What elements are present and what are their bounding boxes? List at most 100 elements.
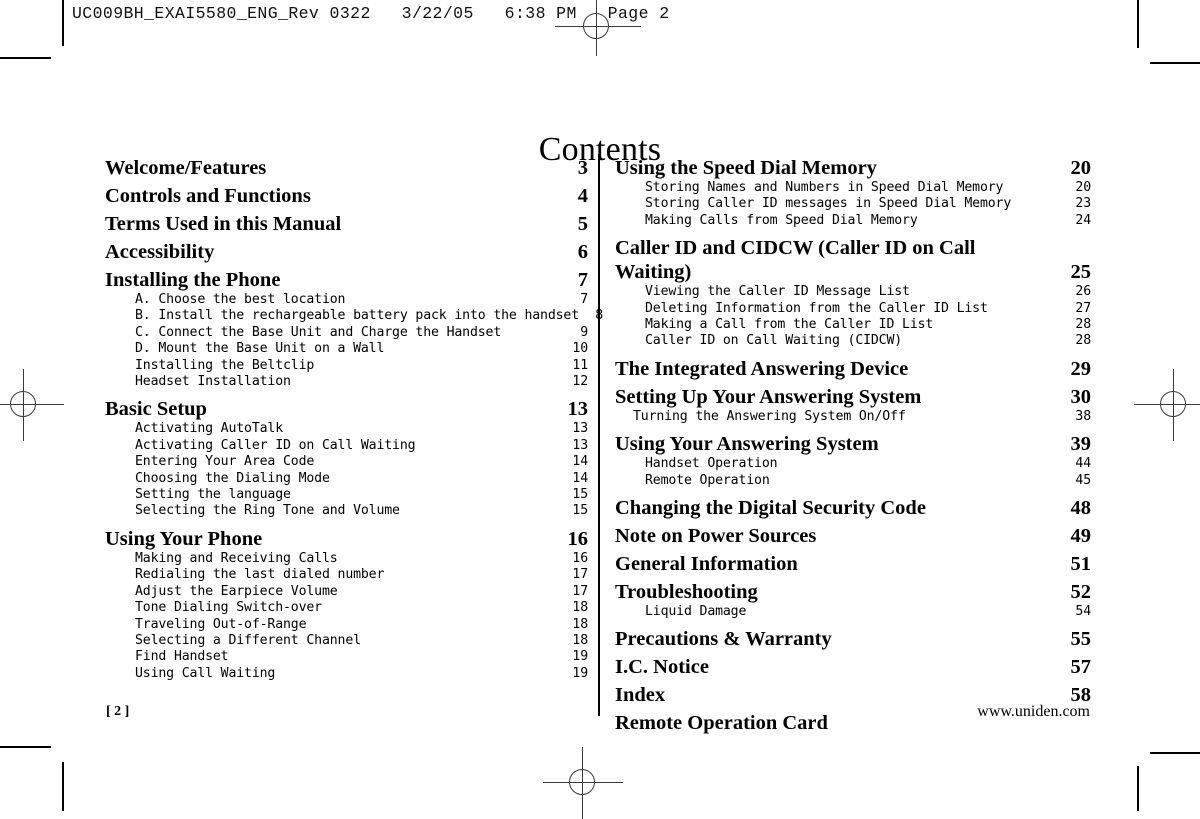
toc-page-number: 48 [1070,497,1092,520]
toc-major-entry[interactable]: Note on Power Sources 49 [615,524,1091,548]
toc-page-number: 11 [572,357,588,373]
toc-entry-label: Liquid Damage [645,604,747,620]
toc-entry-label: Making and Receiving Calls [135,550,338,566]
toc-page-number: 27 [1075,300,1091,316]
toc-sub-entry[interactable]: A. Choose the best location 7 [105,292,588,308]
toc-sub-entry[interactable]: Choosing the Dialing Mode 14 [105,471,588,487]
toc-sub-entry[interactable]: Selecting a Different Channel 18 [105,633,588,649]
toc-entry-label: Redialing the last dialed number [135,567,385,583]
toc-entry-label: Caller ID on Call Waiting (CIDCW) [645,333,903,349]
toc-sub-entry[interactable]: Storing Names and Numbers in Speed Dial … [615,180,1091,196]
toc-major-entry[interactable]: General Information 51 [615,552,1091,576]
toc-sub-entry[interactable]: B. Install the rechargeable battery pack… [105,308,603,324]
toc-sub-entry[interactable]: Redialing the last dialed number 17 [105,567,588,583]
toc-sub-entry[interactable]: Find Handset 19 [105,649,588,665]
toc-entry-label: Welcome/Features [105,157,267,179]
toc-entry-label: Remote Operation [645,472,770,488]
toc-sub-entry[interactable]: Making and Receiving Calls 16 [105,551,588,567]
toc-major-entry[interactable]: Changing the Digital Security Code 48 [615,496,1091,520]
toc-sub-entry[interactable]: Adjust the Earpiece Volume 17 [105,584,588,600]
toc-entry-label: D. Mount the Base Unit on a Wall [135,341,385,357]
toc-sub-entry[interactable]: Activating Caller ID on Call Waiting 13 [105,438,588,454]
toc-sub-entry[interactable]: Deleting Information from the Caller ID … [615,301,1091,317]
toc-entry-label: Installing the Beltclip [135,357,315,373]
toc-sub-entry[interactable]: Making a Call from the Caller ID List 28 [615,317,1091,333]
toc-major-entry[interactable]: Using the Speed Dial Memory 20 [615,156,1091,180]
toc-entry-label: I.C. Notice [615,656,709,679]
toc-page-number: 45 [1075,472,1091,488]
toc-page-number: 16 [567,527,589,550]
toc-major-entry[interactable]: Caller ID and CIDCW (Caller ID on Call Wa… [615,236,1091,284]
toc-major-entry[interactable]: Installing the Phone 7 [105,268,588,292]
toc-major-entry[interactable]: Setting Up Your Answering System 30 [615,385,1091,409]
toc-sub-entry[interactable]: Viewing the Caller ID Message List 26 [615,284,1091,300]
toc-entry-label: Accessibility [105,241,215,263]
toc-sub-entry[interactable]: Turning the Answering System On/Off 38 [615,409,1091,425]
toc-entry-label: C. Connect the Base Unit and Charge the … [135,324,502,340]
toc-major-entry[interactable]: Troubleshooting 52 [615,580,1091,604]
toc-entry-label: Entering Your Area Code [135,454,315,470]
toc-page-number: 30 [1070,385,1092,408]
toc-page-number: 54 [1075,604,1091,620]
toc-page-number: 19 [572,649,588,665]
toc-entry-label: Using Call Waiting [135,665,276,681]
toc-entry-label: The Integrated Answering Device [615,357,909,380]
toc-major-entry[interactable]: Using Your Phone 16 [105,527,588,551]
toc-major-entry[interactable]: Using Your Answering System 39 [615,432,1091,456]
toc-page-number: 20 [1070,157,1092,179]
toc-major-entry[interactable]: I.C. Notice 57 [615,655,1091,679]
toc-sub-entry[interactable]: D. Mount the Base Unit on a Wall 10 [105,341,588,357]
toc-sub-entry[interactable]: Handset Operation 44 [615,456,1091,472]
toc-sub-entry[interactable]: Storing Caller ID messages in Speed Dial… [615,196,1091,212]
toc-entry-label: Using the Speed Dial Memory [615,157,877,179]
toc-sub-entry[interactable]: Using Call Waiting 19 [105,666,588,682]
toc-entry-label: Waiting) [615,261,692,284]
toc-major-entry[interactable]: Welcome/Features 3 [105,156,588,180]
toc-sub-entry[interactable]: Tone Dialing Switch-over 18 [105,600,588,616]
toc-page-number: 23 [1075,196,1091,212]
toc-sub-entry[interactable]: Headset Installation 12 [105,374,588,390]
toc-major-entry[interactable]: Controls and Functions 4 [105,184,588,208]
toc-sub-entry[interactable]: Installing the Beltclip 11 [105,358,588,374]
toc-major-entry[interactable]: Accessibility 6 [105,240,588,264]
toc-sub-entry[interactable]: Selecting the Ring Tone and Volume 15 [105,503,588,519]
toc-major-entry[interactable]: Precautions & Warranty 55 [615,627,1091,651]
toc-major-entry[interactable]: Terms Used in this Manual 5 [105,212,588,236]
toc-entry-label: Using Your Phone [105,527,263,550]
toc-page-number: 15 [572,487,588,503]
toc-entry-label: A. Choose the best location [135,292,346,307]
toc-sub-entry[interactable]: Entering Your Area Code 14 [105,454,588,470]
toc-sub-entry[interactable]: Activating AutoTalk 13 [105,421,588,437]
toc-sub-entry[interactable]: Remote Operation 45 [615,473,1091,489]
toc-major-entry[interactable]: The Integrated Answering Device 29 [615,357,1091,381]
toc-page-number: 10 [572,341,588,357]
toc-page-number: 19 [572,665,588,681]
toc-sub-entry[interactable]: Setting the language 15 [105,487,588,503]
toc-page-number: 7 [577,269,588,291]
toc-sub-entry[interactable]: Liquid Damage 54 [615,604,1091,620]
toc-sub-entry[interactable]: C. Connect the Base Unit and Charge the … [105,325,588,341]
toc-major-entry[interactable]: Basic Setup 13 [105,397,588,421]
toc-left-column: Welcome/Features 3 Controls and Functions 4… [105,155,603,682]
toc-entry-label: Setting the language [135,487,291,503]
toc-entry-label: Adjust the Earpiece Volume [135,583,338,599]
toc-entry-label: Changing the Digital Security Code [615,497,926,520]
toc-sub-entry[interactable]: Traveling Out-of-Range 18 [105,617,588,633]
toc-page-number: 18 [572,632,588,648]
toc-page-number: 52 [1070,581,1092,604]
toc-page-number: 25 [1070,261,1092,284]
toc-entry-label: Handset Operation [645,456,778,472]
toc-entry-label: Installing the Phone [105,269,281,291]
toc-sub-entry[interactable]: Caller ID on Call Waiting (CIDCW) 28 [615,333,1091,349]
toc-sub-entry[interactable]: Making Calls from Speed Dial Memory 24 [615,213,1091,229]
toc-entry-label: Making a Call from the Caller ID List [645,317,934,333]
toc-entry-label: Find Handset [135,649,229,665]
